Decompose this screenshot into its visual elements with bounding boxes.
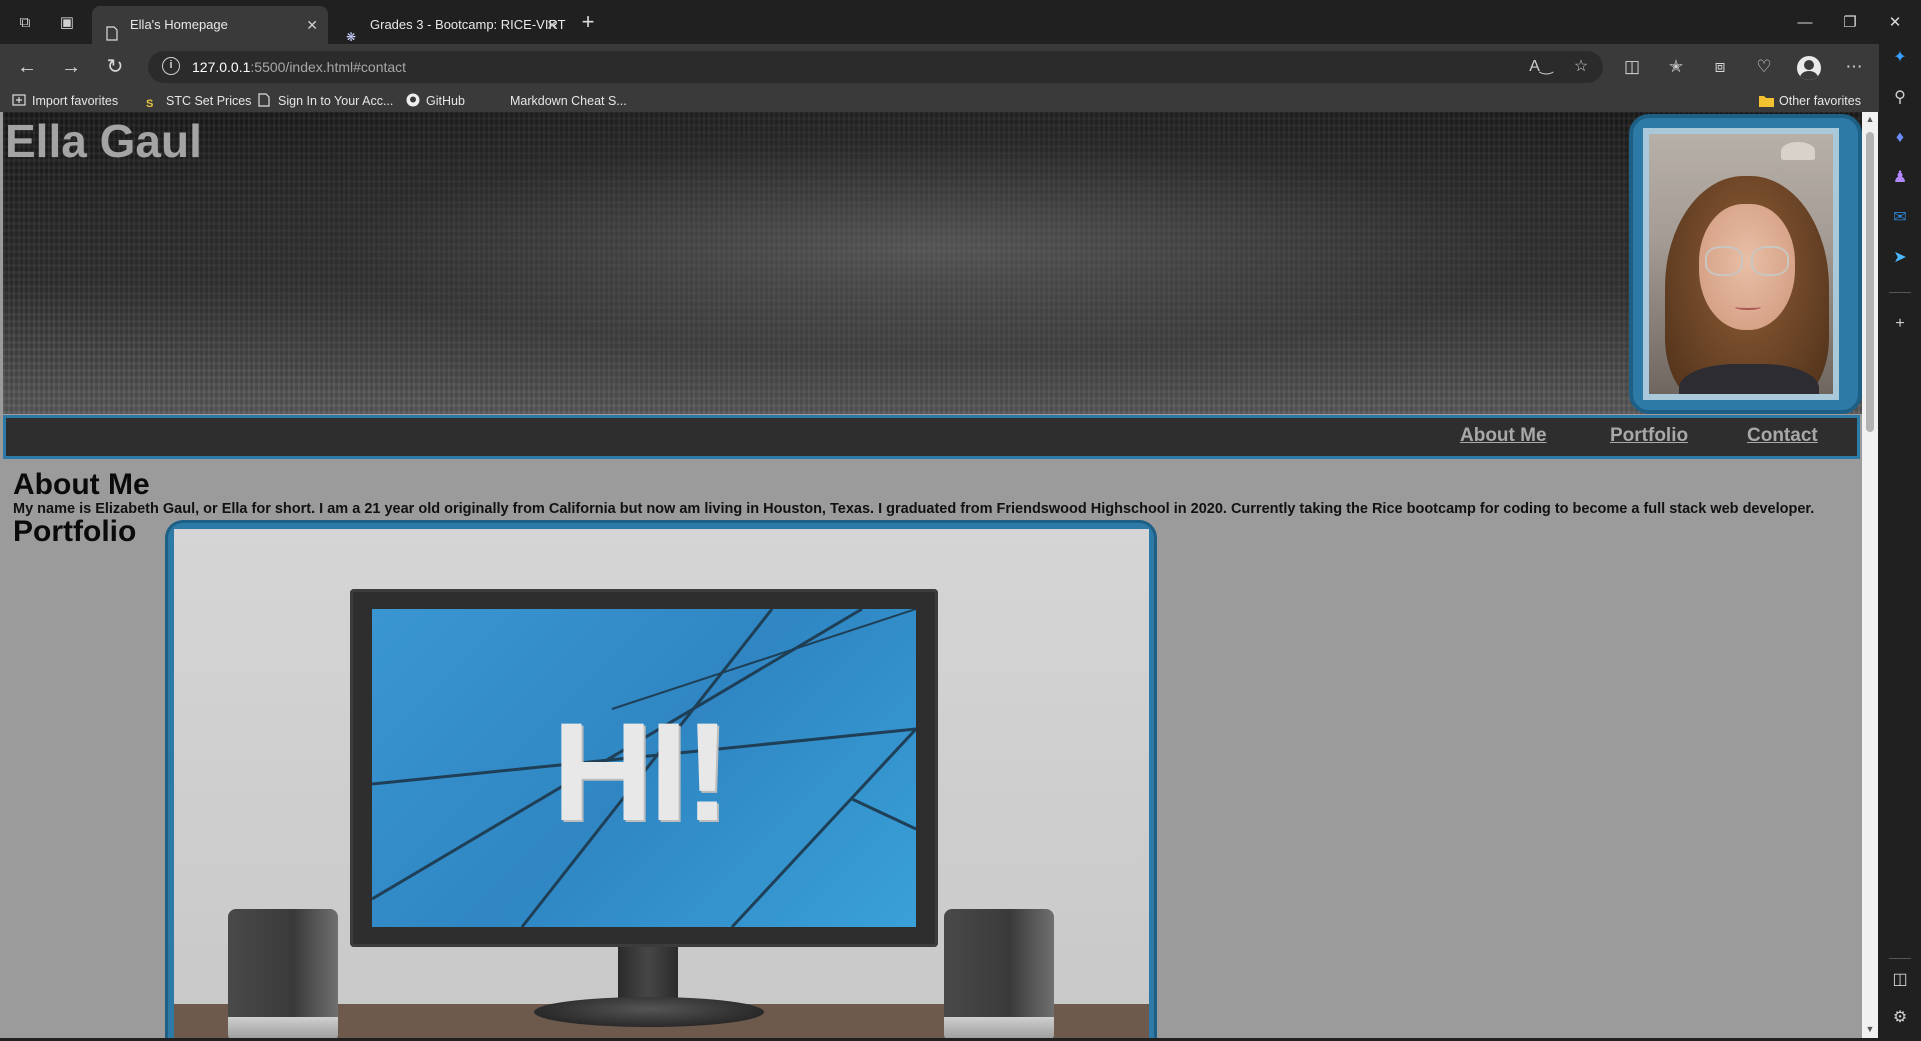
- new-tab-button[interactable]: +: [574, 8, 602, 38]
- favorite-label: Sign In to Your Acc...: [278, 94, 394, 108]
- favorite-sign-in[interactable]: Sign In to Your Acc...: [258, 91, 393, 111]
- workspaces-icon[interactable]: ⧉: [12, 10, 38, 36]
- collections-icon[interactable]: ⧈: [1705, 53, 1735, 81]
- monitor-screen: HI!: [372, 609, 916, 927]
- url-host: 127.0.0.1: [192, 59, 251, 75]
- github-icon: [406, 93, 420, 107]
- minimize-button[interactable]: —: [1785, 6, 1825, 40]
- profile-photo: [1643, 128, 1839, 400]
- close-window-button[interactable]: ✕: [1875, 6, 1915, 40]
- tab-actions-icon[interactable]: ▣: [54, 10, 80, 36]
- ceiling-fan-shape: [1781, 142, 1815, 160]
- monitor-shape: HI!: [350, 589, 938, 947]
- page-icon: [106, 18, 120, 41]
- favorite-github[interactable]: GitHub: [406, 91, 465, 111]
- scrollbar-thumb[interactable]: [1866, 132, 1874, 432]
- profile-avatar[interactable]: [1797, 56, 1821, 80]
- other-favorites-label: Other favorites: [1779, 94, 1861, 108]
- drop-icon[interactable]: ➤: [1888, 246, 1912, 270]
- close-tab-icon[interactable]: ✕: [546, 6, 558, 44]
- sidebar-divider: [1889, 292, 1911, 293]
- edge-sidebar: ✦ ⚲ ♦ ♟ ✉ ➤ + ◫ ⚙: [1879, 44, 1921, 1041]
- import-icon: [12, 93, 26, 107]
- nav-link-portfolio[interactable]: Portfolio: [1610, 425, 1688, 447]
- canvas-logo-icon: ❋: [346, 29, 357, 44]
- glasses-shape: [1751, 246, 1789, 276]
- favorite-markdown[interactable]: Markdown Cheat S...: [490, 91, 627, 111]
- stc-icon: S: [146, 98, 154, 110]
- favorites-bar: Import favorites S STC Set Prices Sign In…: [0, 90, 1888, 112]
- favorite-label: GitHub: [426, 94, 465, 108]
- search-icon[interactable]: ⚲: [1888, 86, 1912, 110]
- browser-titlebar: ⧉ ▣ Ella's Homepage ✕ ❋ Grades 3 - Bootca…: [0, 0, 1921, 44]
- settings-gear-icon[interactable]: ⚙: [1888, 1006, 1912, 1030]
- project-image[interactable]: HI!: [174, 529, 1149, 1038]
- page-scrollbar[interactable]: ▲ ▼: [1862, 112, 1878, 1038]
- monitor-base-shape: [534, 997, 764, 1027]
- sidebar-panel-icon[interactable]: ◫: [1888, 968, 1912, 992]
- other-favorites[interactable]: Other favorites: [1759, 91, 1861, 111]
- url-text[interactable]: 127.0.0.1:5500/index.html#contact: [192, 59, 406, 75]
- browser-essentials-icon[interactable]: ♡: [1749, 53, 1779, 81]
- nav-link-about-me[interactable]: About Me: [1460, 425, 1547, 447]
- tab-label: Ella's Homepage: [130, 17, 228, 32]
- add-icon[interactable]: +: [1888, 312, 1912, 336]
- favorite-star-icon[interactable]: ☆: [1568, 55, 1594, 79]
- scroll-down-arrow-icon[interactable]: ▼: [1865, 1024, 1875, 1034]
- favorite-import[interactable]: Import favorites: [12, 91, 118, 111]
- tab-label: Grades 3 - Bootcamp: RICE-VIRT: [370, 17, 566, 32]
- favorite-label: Markdown Cheat S...: [510, 94, 627, 108]
- address-bar[interactable]: i 127.0.0.1:5500/index.html#contact A‿ ☆: [148, 51, 1603, 83]
- folder-icon: [1759, 93, 1774, 107]
- site-title: Ella Gaul: [5, 115, 202, 167]
- profile-photo-frame: [1629, 114, 1862, 414]
- back-icon[interactable]: ←: [12, 53, 42, 81]
- split-screen-icon[interactable]: ◫: [1617, 53, 1647, 81]
- tab-grades-bootcamp[interactable]: ❋ Grades 3 - Bootcamp: RICE-VIRT ✕: [332, 6, 568, 44]
- read-aloud-icon[interactable]: A‿: [1528, 55, 1554, 79]
- header-banner: Ella Gaul: [3, 112, 1862, 414]
- about-text: My name is Elizabeth Gaul, or Ella for s…: [13, 501, 1815, 517]
- speaker-left-shape: [228, 909, 338, 1038]
- outlook-icon[interactable]: ✉: [1888, 206, 1912, 230]
- portfolio-project-card[interactable]: HI!: [165, 520, 1157, 1038]
- scroll-up-arrow-icon[interactable]: ▲: [1865, 114, 1875, 124]
- favorite-stc[interactable]: S STC Set Prices: [146, 91, 251, 111]
- more-options-icon[interactable]: ⋯: [1839, 53, 1869, 81]
- restore-button[interactable]: ❐: [1830, 6, 1870, 40]
- forward-icon[interactable]: →: [56, 53, 86, 81]
- about-heading: About Me: [13, 468, 150, 501]
- browser-toolbar: ← → ↻ i 127.0.0.1:5500/index.html#contac…: [0, 44, 1921, 90]
- portfolio-heading: Portfolio: [13, 515, 137, 548]
- favorite-label: Import favorites: [32, 94, 119, 108]
- sidebar-divider: [1889, 958, 1911, 959]
- site-info-icon[interactable]: i: [162, 57, 180, 75]
- close-tab-icon[interactable]: ✕: [306, 6, 318, 44]
- speaker-right-shape: [944, 909, 1054, 1038]
- url-path: :5500/index.html#contact: [250, 59, 407, 75]
- markdown-icon: [490, 93, 504, 107]
- shirt-shape: [1679, 364, 1819, 394]
- tab-ellas-homepage[interactable]: Ella's Homepage ✕: [92, 6, 328, 44]
- favorite-label: STC Set Prices: [166, 94, 252, 108]
- mouth-shape: [1735, 304, 1761, 310]
- favorites-icon[interactable]: ✭: [1661, 53, 1691, 81]
- games-icon[interactable]: ♟: [1888, 166, 1912, 190]
- glasses-shape: [1705, 246, 1743, 276]
- refresh-icon[interactable]: ↻: [100, 53, 130, 81]
- page-icon: [258, 93, 272, 107]
- copilot-icon[interactable]: ✦: [1888, 46, 1912, 70]
- hi-screen-text: HI!: [552, 693, 731, 850]
- site-navbar: About Me Portfolio Contact: [3, 415, 1860, 459]
- shopping-tag-icon[interactable]: ♦: [1888, 126, 1912, 150]
- page-viewport: Ella Gaul About Me Portfolio Contact Abo…: [0, 112, 1878, 1038]
- nav-link-contact[interactable]: Contact: [1747, 425, 1818, 447]
